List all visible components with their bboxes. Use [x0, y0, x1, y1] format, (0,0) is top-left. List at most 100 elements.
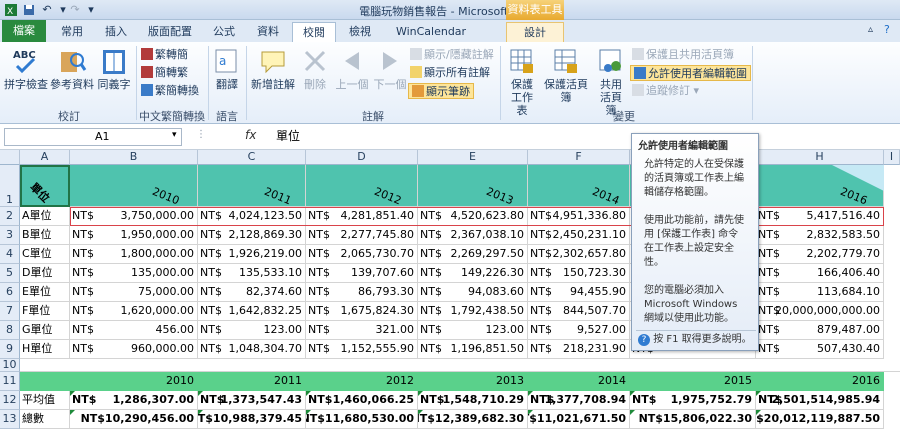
value-cell[interactable]: NT$ 123.00	[418, 321, 528, 340]
insert-function-icon[interactable]: fx	[245, 128, 256, 142]
research-button[interactable]: 參考資料	[50, 46, 94, 91]
value-cell[interactable]: NT$ 20,000,000,000.00	[756, 302, 884, 321]
total-label-cell[interactable]: 總數	[20, 410, 70, 429]
total-cell[interactable]: NT$11,680,530.00	[306, 410, 418, 429]
row-label-cell[interactable]: H單位	[20, 340, 70, 359]
row-label-cell[interactable]: B單位	[20, 226, 70, 245]
track-changes-button[interactable]: 追蹤修訂 ▾	[632, 83, 699, 99]
average-cell[interactable]: NT$ 1,373,547.43	[198, 391, 306, 410]
share-workbook-button[interactable]: 共用活頁簿	[594, 46, 628, 117]
spelling-button[interactable]: ABC 拼字檢查	[4, 46, 48, 91]
value-cell[interactable]: NT$ 123.00	[198, 321, 306, 340]
value-cell[interactable]: NT$ 9,527.00	[528, 321, 630, 340]
value-cell[interactable]: NT$ 150,723.30	[528, 264, 630, 283]
row-header[interactable]: 6	[0, 283, 20, 302]
value-cell[interactable]: NT$ 960,000.00	[70, 340, 198, 359]
value-cell[interactable]: NT$ 456.00	[70, 321, 198, 340]
value-cell[interactable]: NT$ 218,231.90	[528, 340, 630, 359]
row-header[interactable]: 3	[0, 226, 20, 245]
chinese-conversion-button[interactable]: 繁簡轉換	[141, 83, 199, 99]
value-cell[interactable]: NT$ 1,950,000.00	[70, 226, 198, 245]
tab-data[interactable]: 資料	[248, 22, 288, 42]
column-header[interactable]: B	[70, 150, 198, 165]
total-cell[interactable]: NT$20,012,119,887.50	[756, 410, 884, 429]
total-cell[interactable]: NT$12,389,682.30	[418, 410, 528, 429]
value-cell[interactable]: NT$ 2,302,657.80	[528, 245, 630, 264]
total-cell[interactable]: NT$15,806,022.30	[630, 410, 756, 429]
simp-to-trad-button[interactable]: 簡轉繁	[141, 65, 188, 81]
row-header[interactable]: 5	[0, 264, 20, 283]
value-cell[interactable]: NT$ 1,675,824.30	[306, 302, 418, 321]
tab-file[interactable]: 檔案	[2, 20, 46, 42]
value-cell[interactable]: NT$ 1,926,219.00	[198, 245, 306, 264]
show-hide-comment-button[interactable]: 顯示/隱藏註解	[410, 47, 494, 63]
value-cell[interactable]: NT$ 1,152,555.90	[306, 340, 418, 359]
tab-review[interactable]: 校閱	[292, 22, 336, 42]
show-ink-button[interactable]: 顯示筆跡	[408, 83, 474, 99]
average-cell[interactable]: NT$ 1,286,307.00	[70, 391, 198, 410]
row-header[interactable]: 9	[0, 340, 20, 359]
column-header[interactable]: F	[528, 150, 630, 165]
value-cell[interactable]: NT$ 166,406.40	[756, 264, 884, 283]
value-cell[interactable]: NT$ 2,450,231.10	[528, 226, 630, 245]
value-cell[interactable]: NT$ 2,832,583.50	[756, 226, 884, 245]
row-label-cell[interactable]: F單位	[20, 302, 70, 321]
value-cell[interactable]: NT$ 2,128,869.30	[198, 226, 306, 245]
row-header[interactable]: 8	[0, 321, 20, 340]
average-cell[interactable]: NT$ 2,501,514,985.94	[756, 391, 884, 410]
next-comment-button[interactable]: 下一個	[372, 46, 408, 91]
formula-input[interactable]: 單位	[270, 128, 630, 146]
row-label-cell[interactable]: G單位	[20, 321, 70, 340]
tab-insert[interactable]: 插入	[96, 22, 136, 42]
header-year-cell[interactable]: 2010	[70, 165, 198, 207]
help-icon[interactable]: ?	[884, 23, 890, 36]
tab-formulas[interactable]: 公式	[204, 22, 244, 42]
row-header[interactable]: 7	[0, 302, 20, 321]
protect-sheet-button[interactable]: 保護工作表	[504, 46, 540, 117]
value-cell[interactable]: NT$ 879,487.00	[756, 321, 884, 340]
trad-to-simp-button[interactable]: 繁轉簡	[141, 47, 188, 63]
row-header[interactable]: 1	[0, 165, 20, 207]
value-cell[interactable]: NT$ 1,620,000.00	[70, 302, 198, 321]
select-all-corner[interactable]	[0, 150, 20, 165]
column-header[interactable]: C	[198, 150, 306, 165]
column-header[interactable]: E	[418, 150, 528, 165]
thesaurus-button[interactable]: 同義字	[96, 46, 132, 91]
value-cell[interactable]: NT$ 135,000.00	[70, 264, 198, 283]
average-label-cell[interactable]: 平均值	[20, 391, 70, 410]
value-cell[interactable]: NT$ 844,507.70	[528, 302, 630, 321]
translate-button[interactable]: a 翻譯	[212, 46, 242, 91]
value-cell[interactable]: NT$ 139,707.60	[306, 264, 418, 283]
tab-wincalendar[interactable]: WinCalendar	[388, 22, 474, 42]
tab-view[interactable]: 檢視	[340, 22, 380, 42]
delete-comment-button[interactable]: 刪除	[298, 46, 332, 91]
value-cell[interactable]: NT$ 2,277,745.80	[306, 226, 418, 245]
column-header[interactable]: I	[884, 150, 900, 165]
header-year-cell[interactable]: 2013	[418, 165, 528, 207]
row-label-cell[interactable]: E單位	[20, 283, 70, 302]
tab-design[interactable]: 設計	[506, 22, 564, 42]
tab-home[interactable]: 常用	[52, 22, 92, 42]
value-cell[interactable]: NT$ 113,684.10	[756, 283, 884, 302]
header-year-cell[interactable]: 2014	[528, 165, 630, 207]
value-cell[interactable]: NT$ 507,430.40	[756, 340, 884, 359]
row-header[interactable]: 4	[0, 245, 20, 264]
value-cell[interactable]: NT$ 1,642,832.25	[198, 302, 306, 321]
average-cell[interactable]: NT$ 1,377,708.94	[528, 391, 630, 410]
protect-share-workbook-button[interactable]: 保護且共用活頁簿	[632, 47, 734, 63]
value-cell[interactable]: NT$ 1,792,438.50	[418, 302, 528, 321]
value-cell[interactable]: NT$ 94,083.60	[418, 283, 528, 302]
cell-a1[interactable]: 單位	[20, 165, 70, 207]
value-cell[interactable]: NT$ 1,800,000.00	[70, 245, 198, 264]
protect-workbook-button[interactable]: 保護活頁簿	[542, 46, 590, 104]
column-header[interactable]: D	[306, 150, 418, 165]
value-cell[interactable]: NT$ 149,226.30	[418, 264, 528, 283]
row-header[interactable]: 13	[0, 410, 20, 429]
row-label-cell[interactable]: D單位	[20, 264, 70, 283]
header-year-cell[interactable]: 2012	[306, 165, 418, 207]
row-header[interactable]: 11	[0, 372, 20, 391]
row-header[interactable]: 10	[0, 359, 20, 372]
row-label-cell[interactable]: C單位	[20, 245, 70, 264]
value-cell[interactable]: NT$ 2,367,038.10	[418, 226, 528, 245]
row-header[interactable]: 12	[0, 391, 20, 410]
